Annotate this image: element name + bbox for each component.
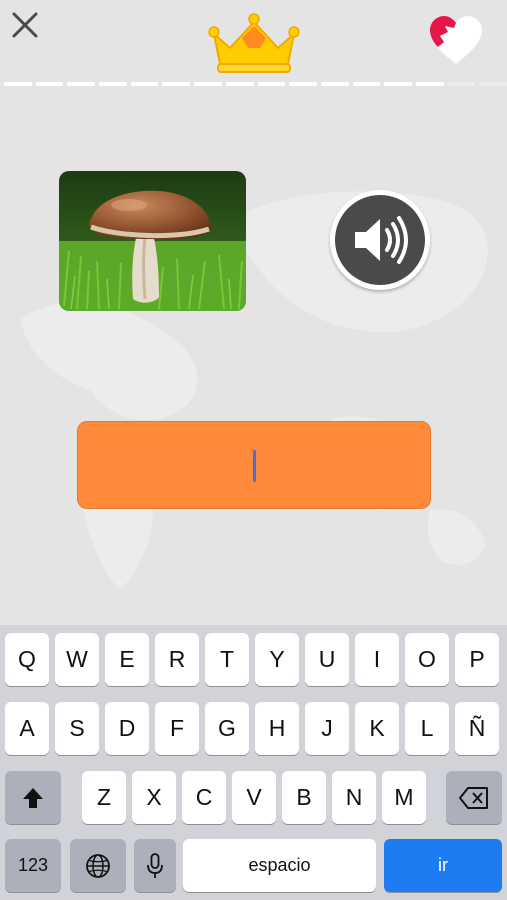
- progress-segment: [257, 82, 286, 86]
- key-a[interactable]: A: [5, 702, 49, 755]
- microphone-key[interactable]: [134, 839, 176, 892]
- close-icon[interactable]: [10, 10, 40, 40]
- mushroom-image[interactable]: [59, 171, 246, 311]
- progress-segment: [4, 82, 32, 86]
- key-x[interactable]: X: [132, 771, 176, 824]
- progress-segment: [384, 82, 412, 86]
- key-y[interactable]: Y: [255, 633, 299, 686]
- key-d[interactable]: D: [105, 702, 149, 755]
- key-i[interactable]: I: [355, 633, 399, 686]
- key-g[interactable]: G: [205, 702, 249, 755]
- progress-segment: [194, 82, 222, 86]
- key-o[interactable]: O: [405, 633, 449, 686]
- progress-segment: [415, 82, 444, 86]
- progress-segment: [225, 82, 254, 86]
- key-h[interactable]: H: [255, 702, 299, 755]
- play-audio-button[interactable]: [330, 190, 430, 290]
- key-q[interactable]: Q: [5, 633, 49, 686]
- mushroom-photo: [59, 171, 246, 311]
- answer-input[interactable]: [77, 421, 431, 509]
- key-b[interactable]: B: [282, 771, 326, 824]
- shift-key[interactable]: [5, 771, 61, 824]
- key-w[interactable]: W: [55, 633, 99, 686]
- globe-key[interactable]: [70, 839, 126, 892]
- key-c[interactable]: C: [182, 771, 226, 824]
- key-ñ[interactable]: Ñ: [455, 702, 499, 755]
- microphone-icon: [147, 852, 163, 878]
- progress-bar: [4, 82, 507, 86]
- progress-segment: [67, 82, 96, 86]
- go-key[interactable]: ir: [384, 839, 502, 892]
- key-l[interactable]: L: [405, 702, 449, 755]
- key-t[interactable]: T: [205, 633, 249, 686]
- key-s[interactable]: S: [55, 702, 99, 755]
- progress-segment: [289, 82, 317, 86]
- progress-segment: [162, 82, 191, 86]
- space-key[interactable]: espacio: [183, 839, 376, 892]
- progress-segment: [320, 82, 349, 86]
- backspace-key[interactable]: [446, 771, 502, 824]
- progress-segment: [35, 82, 64, 86]
- key-z[interactable]: Z: [82, 771, 126, 824]
- key-k[interactable]: K: [355, 702, 399, 755]
- backspace-icon: [459, 786, 488, 809]
- progress-segment: [447, 82, 476, 86]
- numbers-key[interactable]: 123: [5, 839, 61, 892]
- key-f[interactable]: F: [155, 702, 199, 755]
- globe-icon: [86, 853, 110, 878]
- key-r[interactable]: R: [155, 633, 199, 686]
- key-j[interactable]: J: [305, 702, 349, 755]
- progress-segment: [352, 82, 381, 86]
- heart-icon: [430, 16, 482, 64]
- key-e[interactable]: E: [105, 633, 149, 686]
- on-screen-keyboard: 123 espacio ir QWERTYUIOP ASDFGHJKLÑ ZXCVB…: [0, 625, 507, 900]
- key-m[interactable]: M: [382, 771, 426, 824]
- shift-icon: [23, 787, 43, 808]
- speaker-icon: [355, 216, 408, 264]
- text-caret: [253, 450, 256, 482]
- key-p[interactable]: P: [455, 633, 499, 686]
- progress-segment: [479, 82, 507, 86]
- key-n[interactable]: N: [332, 771, 376, 824]
- key-v[interactable]: V: [232, 771, 276, 824]
- key-u[interactable]: U: [305, 633, 349, 686]
- crown-icon: [208, 13, 300, 73]
- progress-segment: [99, 82, 127, 86]
- progress-segment: [130, 82, 159, 86]
